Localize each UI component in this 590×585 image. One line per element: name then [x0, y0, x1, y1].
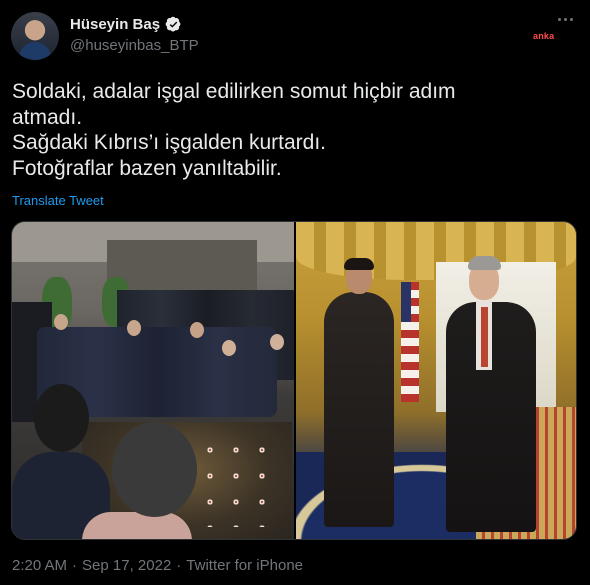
verified-badge-icon: [165, 16, 181, 31]
tweet-text-line: atmadı.: [12, 105, 83, 129]
tweet-date[interactable]: Sep 17, 2022: [82, 557, 171, 574]
tweet-text: Soldaki, adalar işgal edilirken somut hi…: [12, 79, 572, 181]
tweet-meta: 2:20 AM · Sep 17, 2022 · Twitter for iPh…: [12, 557, 303, 574]
tweet-source: Twitter for iPhone: [186, 557, 304, 574]
media-photo-right[interactable]: [296, 222, 576, 539]
author-name-row: Hüseyin Baş: [70, 14, 182, 34]
translate-tweet-link[interactable]: Translate Tweet: [12, 193, 104, 208]
tweet: Hüseyin Baş @huseyinbas_BTP anka Soldaki…: [0, 0, 590, 585]
tweet-text-line: Soldaki, adalar işgal edilirken somut hi…: [12, 80, 456, 103]
author-display-name[interactable]: Hüseyin Baş: [70, 16, 160, 33]
more-options-icon[interactable]: [558, 18, 578, 28]
separator-dot: ·: [176, 557, 182, 574]
separator-dot: ·: [72, 557, 78, 574]
author-handle[interactable]: @huseyinbas_BTP: [70, 37, 199, 54]
tweet-text-line: Fotoğraflar bazen yanıltabilir.: [12, 156, 282, 180]
avatar[interactable]: [11, 12, 59, 60]
tweet-text-line: Sağdaki Kıbrıs’ı işgalden kurtardı.: [12, 131, 326, 154]
tweet-time[interactable]: 2:20 AM: [12, 557, 67, 574]
media-grid: [11, 221, 577, 540]
media-photo-left[interactable]: [12, 222, 294, 539]
watermark-logo: anka: [533, 31, 555, 41]
